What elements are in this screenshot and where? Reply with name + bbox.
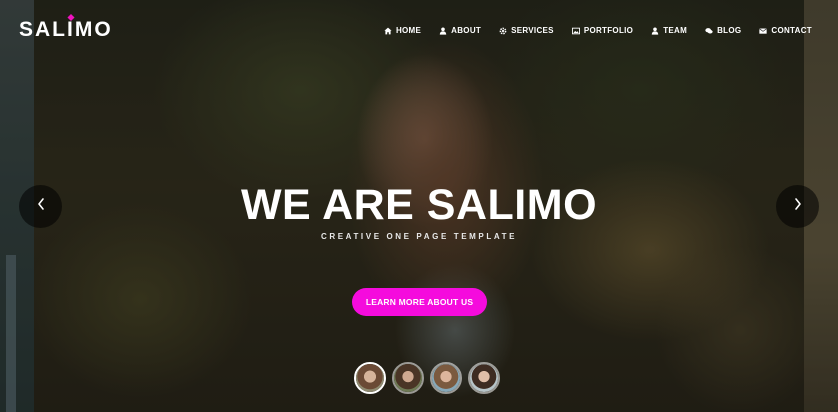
slide-thumbnails [354,362,500,394]
nav-item-team[interactable]: TEAM [651,26,687,35]
comments-icon [705,27,713,35]
user-icon [439,27,447,35]
logo-text-end: MO [74,18,113,41]
nav-label: BLOG [717,26,742,35]
slide-thumbnail[interactable] [430,362,462,394]
learn-more-button[interactable]: LEARN MORE ABOUT US [352,288,487,316]
hero-subtitle: CREATIVE ONE PAGE TEMPLATE [320,232,518,241]
logo-text-start: SAL [19,18,67,41]
slide-thumbnail[interactable] [468,362,500,394]
thumbnail-image [432,364,460,392]
nav-label: CONTACT [771,26,812,35]
image-icon [571,27,580,35]
thumbnail-image [394,364,422,392]
nav-item-home[interactable]: HOME [384,26,421,35]
slide-thumbnail[interactable] [354,362,386,394]
nav-label: HOME [395,26,422,35]
envelope-icon [759,27,768,35]
home-icon [384,27,392,35]
nav-item-services[interactable]: SERVICES [499,26,554,35]
hero-slider: SALIMO HOME ABOUT SERVICES PORTFOLIO TEA… [0,0,838,412]
nav-label: TEAM [663,26,688,35]
nav-label: ABOUT [451,26,482,35]
brand-logo[interactable]: SALIMO [19,18,113,42]
logo-letter-i: I [67,18,75,41]
slide-thumbnail[interactable] [392,362,424,394]
nav-item-contact[interactable]: CONTACT [759,26,812,35]
nav-label: SERVICES [511,26,554,35]
hero-title: WE ARE SALIMO [240,181,598,229]
main-nav: HOME ABOUT SERVICES PORTFOLIO TEAM BLOG … [384,26,812,35]
nav-item-blog[interactable]: BLOG [705,26,741,35]
nav-item-about[interactable]: ABOUT [439,26,481,35]
thumbnail-image [356,364,384,392]
nav-item-portfolio[interactable]: PORTFOLIO [571,26,634,35]
nav-label: PORTFOLIO [583,26,634,35]
gear-icon [499,27,507,35]
thumbnail-image [470,364,498,392]
user-icon [651,27,659,35]
